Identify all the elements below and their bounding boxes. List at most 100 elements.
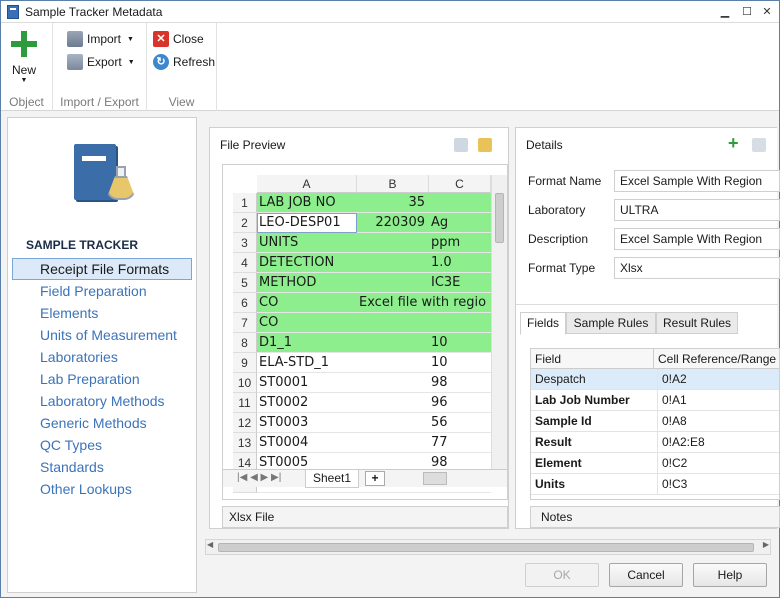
sheet-hscroll-thumb[interactable] — [423, 472, 447, 485]
row-header[interactable]: 2 — [233, 213, 257, 233]
row-header[interactable]: 7 — [233, 313, 257, 333]
copy-icon[interactable] — [454, 138, 468, 152]
laboratory-field[interactable]: ULTRA — [614, 199, 780, 221]
row-header[interactable]: 5 — [233, 273, 257, 293]
sheet-cell[interactable]: 10 — [429, 333, 491, 353]
tab-fields[interactable]: Fields — [520, 312, 566, 335]
sheet-cell[interactable]: ppm — [429, 233, 491, 253]
notes-expander[interactable]: Notes — [530, 506, 780, 528]
nav-item-qc-types[interactable]: QC Types — [12, 434, 192, 456]
tab-result-rules[interactable]: Result Rules — [656, 312, 738, 334]
cancel-button[interactable]: Cancel — [609, 563, 683, 587]
sheet-cell[interactable]: ST0004 — [257, 433, 357, 453]
nav-item-units-of-measurement[interactable]: Units of Measurement — [12, 324, 192, 346]
sheet-cell[interactable]: Excel file with regio — [357, 293, 491, 313]
sheet-cell[interactable]: Ag — [429, 213, 491, 233]
scroll-thumb[interactable] — [218, 543, 754, 552]
sheet-nav-arrows-icon[interactable]: |◀ ◀ ▶ ▶| — [237, 472, 281, 483]
import-button[interactable]: Import ▼ — [67, 29, 134, 49]
close-window-icon[interactable]: ✕ — [759, 4, 775, 20]
sheet-cell[interactable]: 35 — [357, 193, 429, 213]
field-row[interactable]: Result 0!A2:E8 — [531, 432, 779, 453]
maximize-icon[interactable]: ☐ — [739, 4, 755, 20]
sheet-cell[interactable] — [357, 373, 429, 393]
row-header[interactable]: 13 — [233, 433, 257, 453]
sheet-cell[interactable]: ST0002 — [257, 393, 357, 413]
nav-item-laboratory-methods[interactable]: Laboratory Methods — [12, 390, 192, 412]
nav-item-generic-methods[interactable]: Generic Methods — [12, 412, 192, 434]
sheet-cell[interactable] — [357, 253, 429, 273]
sheet-tab-sheet1[interactable]: Sheet1 — [305, 470, 359, 488]
open-folder-icon[interactable] — [478, 138, 492, 152]
main-horizontal-scrollbar[interactable]: ◀ ▶ — [205, 539, 771, 555]
sheet-cell[interactable]: METHOD — [257, 273, 357, 293]
nav-item-field-preparation[interactable]: Field Preparation — [12, 280, 192, 302]
format-name-field[interactable]: Excel Sample With Region — [614, 170, 780, 192]
tab-sample-rules[interactable]: Sample Rules — [566, 312, 656, 334]
column-header-a[interactable]: A — [257, 175, 357, 193]
sheet-cell[interactable]: 10 — [429, 353, 491, 373]
nav-item-receipt-file-formats[interactable]: Receipt File Formats — [12, 258, 192, 280]
sheet-cell[interactable]: 220309 — [357, 213, 429, 233]
sheet-cell[interactable] — [429, 193, 491, 213]
sheet-cell[interactable] — [357, 353, 429, 373]
sheet-cell[interactable]: D1_1 — [257, 333, 357, 353]
spreadsheet-preview[interactable]: A B C 1 LAB JOB NO 35 2 LEO-DESP01 220309 Ag 3 U… — [222, 164, 508, 500]
sheet-cell[interactable]: 96 — [429, 393, 491, 413]
row-header[interactable]: 6 — [233, 293, 257, 313]
sheet-cell[interactable] — [357, 393, 429, 413]
sheet-cell[interactable]: IC3E — [429, 273, 491, 293]
sheet-cell[interactable]: 1.0 — [429, 253, 491, 273]
add-sheet-button[interactable]: + — [365, 471, 385, 486]
new-button[interactable]: New ▼ — [9, 29, 39, 84]
field-row[interactable]: Units 0!C3 — [531, 474, 779, 495]
scroll-thumb[interactable] — [495, 193, 504, 243]
nav-item-lab-preparation[interactable]: Lab Preparation — [12, 368, 192, 390]
nav-item-elements[interactable]: Elements — [12, 302, 192, 324]
sheet-vertical-scrollbar[interactable] — [491, 175, 507, 469]
sheet-cell[interactable] — [357, 313, 429, 333]
sheet-cell[interactable]: UNITS — [257, 233, 357, 253]
scroll-right-icon[interactable]: ▶ — [763, 540, 769, 549]
ok-button[interactable]: OK — [525, 563, 599, 587]
sheet-cell[interactable]: DETECTION — [257, 253, 357, 273]
nav-item-other-lookups[interactable]: Other Lookups — [12, 478, 192, 500]
row-header[interactable]: 8 — [233, 333, 257, 353]
column-header-b[interactable]: B — [357, 175, 429, 193]
sheet-cell[interactable]: 98 — [429, 373, 491, 393]
sheet-cell[interactable] — [357, 233, 429, 253]
sheet-cell[interactable]: 77 — [429, 433, 491, 453]
row-header[interactable]: 4 — [233, 253, 257, 273]
row-header[interactable]: 3 — [233, 233, 257, 253]
format-type-field[interactable]: Xlsx — [614, 257, 780, 279]
sheet-cell[interactable] — [357, 433, 429, 453]
sheet-cell[interactable]: ST0001 — [257, 373, 357, 393]
row-header[interactable]: 11 — [233, 393, 257, 413]
sheet-cell[interactable] — [357, 273, 429, 293]
sheet-cell[interactable]: 56 — [429, 413, 491, 433]
scroll-left-icon[interactable]: ◀ — [207, 540, 213, 549]
copy-icon[interactable] — [752, 138, 766, 152]
sheet-cell[interactable]: LEO-DESP01 — [257, 213, 357, 233]
nav-item-standards[interactable]: Standards — [12, 456, 192, 478]
sheet-cell[interactable] — [357, 413, 429, 433]
help-button[interactable]: Help — [693, 563, 767, 587]
row-header[interactable]: 10 — [233, 373, 257, 393]
fields-col-field[interactable]: Field — [531, 349, 653, 369]
minimize-icon[interactable]: ▁ — [717, 4, 733, 20]
row-header[interactable]: 1 — [233, 193, 257, 213]
sheet-cell[interactable] — [429, 313, 491, 333]
sheet-cell[interactable]: CO — [257, 313, 357, 333]
nav-item-laboratories[interactable]: Laboratories — [12, 346, 192, 368]
sheet-cell[interactable]: LAB JOB NO — [257, 193, 357, 213]
row-header[interactable]: 9 — [233, 353, 257, 373]
field-row[interactable]: Lab Job Number 0!A1 — [531, 390, 779, 411]
sheet-cell[interactable]: ELA-STD_1 — [257, 353, 357, 373]
row-header[interactable]: 12 — [233, 413, 257, 433]
add-icon[interactable]: + — [728, 134, 742, 152]
export-button[interactable]: Export ▼ — [67, 52, 135, 72]
sheet-cell[interactable] — [357, 333, 429, 353]
field-row[interactable]: Element 0!C2 — [531, 453, 779, 474]
sheet-cell[interactable]: ST0003 — [257, 413, 357, 433]
refresh-button[interactable]: ↻ Refresh — [153, 52, 215, 72]
